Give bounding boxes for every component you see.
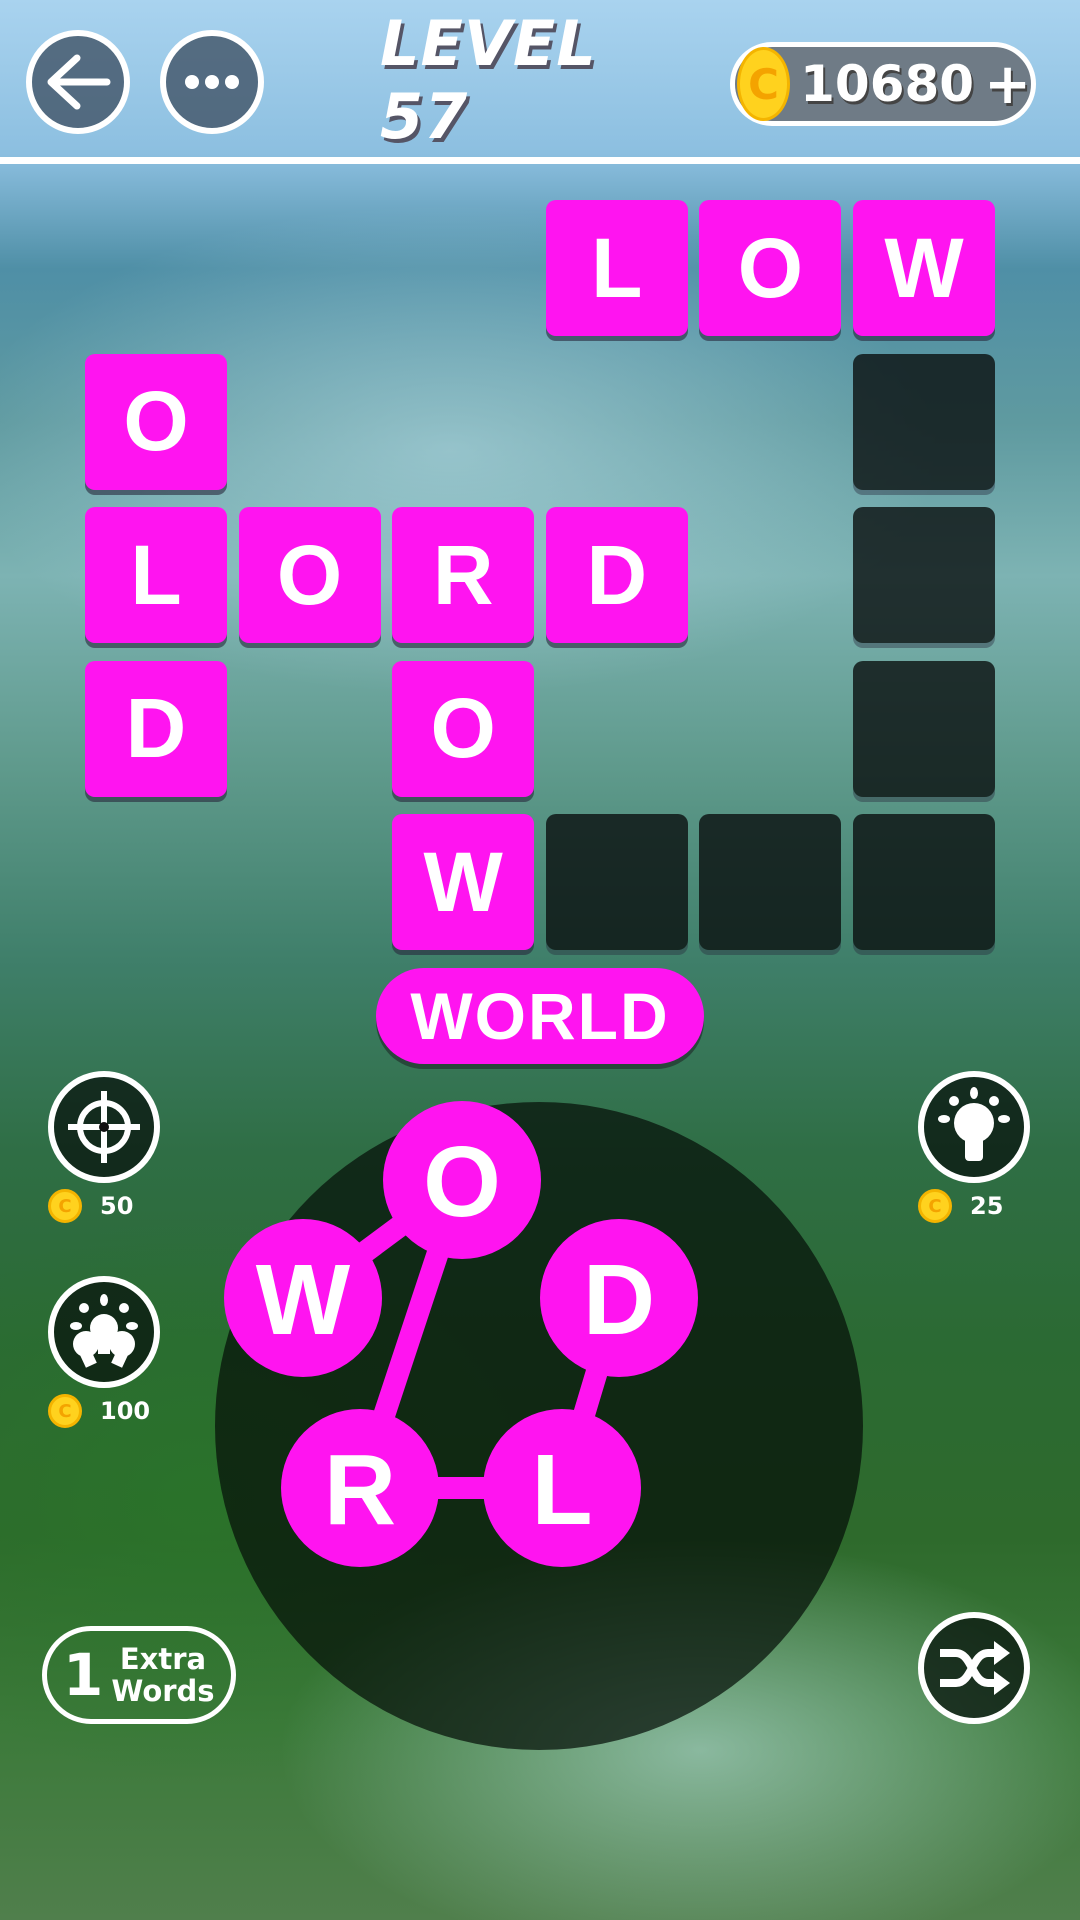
grid-tile-filled: R <box>392 507 535 644</box>
coin-amount: 10680 <box>800 55 975 113</box>
grid-tile-filled: O <box>85 353 227 490</box>
lightbulb-icon <box>938 1087 1010 1161</box>
letter-label: L <box>531 1434 592 1546</box>
current-word-preview: WORLD <box>376 968 704 1064</box>
letter-wheel: OW D R L <box>215 1101 863 1750</box>
grid-tile-filled: L <box>545 200 688 336</box>
extra-words-label-line2: Words <box>111 1674 215 1708</box>
arrow-left-icon <box>47 54 111 110</box>
multi-bulb-icon <box>70 1294 138 1368</box>
hint-button[interactable] <box>918 1071 1030 1183</box>
wheel-letter-l[interactable]: L <box>483 1409 641 1567</box>
letter-label: D <box>583 1244 655 1356</box>
target-hint-cost: C 50 <box>48 1189 133 1223</box>
grid-tile-empty <box>853 507 995 644</box>
grid-tile-empty <box>699 814 842 951</box>
grid-tile-empty <box>545 814 688 951</box>
grid-tile-filled: W <box>853 200 995 336</box>
cost-label: 25 <box>970 1192 1004 1220</box>
multi-hint-button[interactable] <box>48 1276 160 1388</box>
cost-label: 50 <box>100 1192 134 1220</box>
coin-icon: C <box>737 47 791 121</box>
grid-tile-empty <box>853 814 995 951</box>
header-divider <box>0 157 1080 164</box>
grid-tile-filled: D <box>545 507 688 644</box>
extra-words-count: 1 <box>63 1641 104 1709</box>
letter-label: W <box>256 1244 351 1356</box>
shuffle-button[interactable] <box>918 1612 1030 1724</box>
coin-balance[interactable]: C 10680 + <box>730 42 1036 126</box>
wheel-letter-r[interactable]: R <box>281 1409 439 1567</box>
grid-tile-filled: W <box>392 814 535 951</box>
grid-tile-empty <box>853 353 995 490</box>
wheel-letter-w[interactable]: W <box>224 1219 382 1377</box>
cost-label: 100 <box>100 1397 151 1425</box>
coin-icon: C <box>918 1189 952 1223</box>
menu-button[interactable] <box>160 30 264 134</box>
grid-tile-filled: O <box>392 660 535 797</box>
extra-words-button[interactable]: 1 Extra Words <box>42 1626 236 1724</box>
grid-tile-empty <box>853 660 995 797</box>
hint-cost: C 25 <box>918 1189 1003 1223</box>
crosshair-icon <box>68 1091 140 1163</box>
grid-tile-filled: O <box>238 507 381 644</box>
wheel-letter-d[interactable]: D <box>540 1219 698 1377</box>
grid-tile-filled: D <box>85 660 227 797</box>
add-coins-button[interactable]: + <box>984 52 1031 117</box>
back-button[interactable] <box>26 30 130 134</box>
coin-icon: C <box>48 1394 82 1428</box>
level-title: LEVEL 57 <box>380 7 597 153</box>
wheel-letter-o[interactable]: O <box>383 1101 541 1259</box>
coin-icon: C <box>48 1189 82 1223</box>
more-horizontal-icon <box>185 75 239 89</box>
letter-label: O <box>423 1126 501 1238</box>
multi-hint-cost: C 100 <box>48 1394 150 1428</box>
shuffle-icon <box>940 1641 1010 1695</box>
grid-tile-filled: L <box>85 507 227 644</box>
grid-tile-filled: O <box>699 200 842 336</box>
extra-words-label-line1: Extra <box>119 1642 207 1676</box>
letter-label: R <box>324 1434 396 1546</box>
target-hint-button[interactable] <box>48 1071 160 1183</box>
